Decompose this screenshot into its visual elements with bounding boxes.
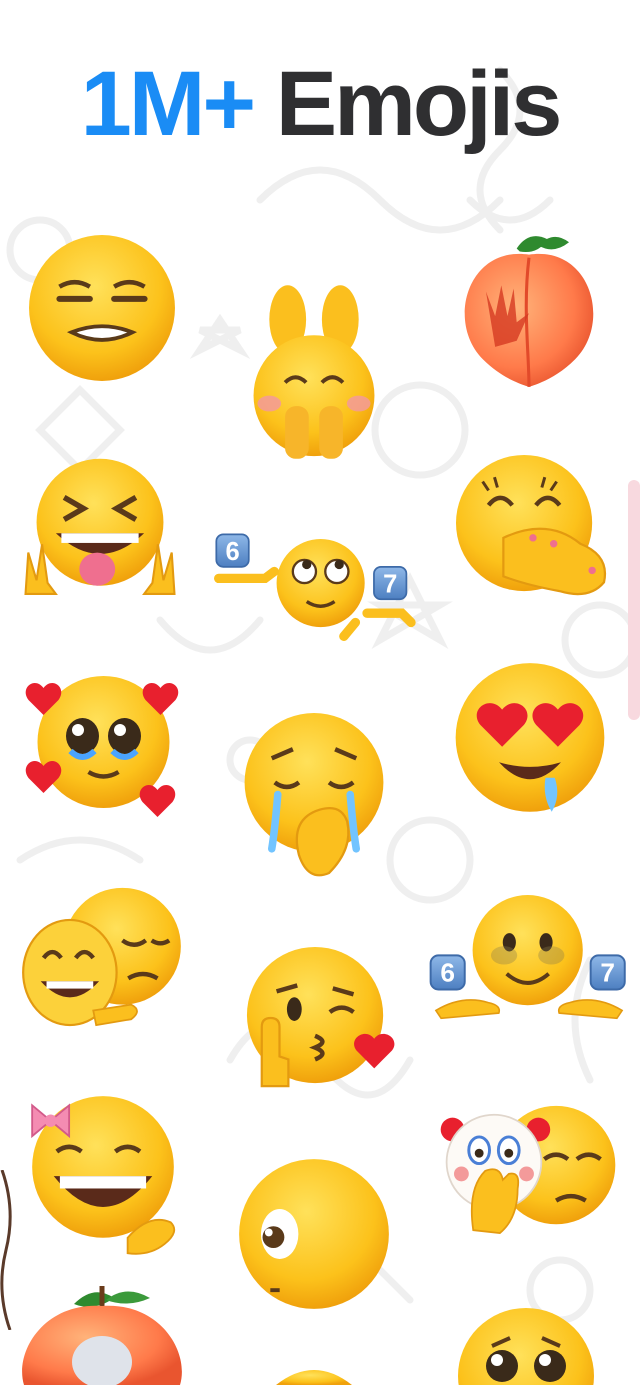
pleading-face-hearts-emoji[interactable] xyxy=(22,664,182,817)
pleading-face-emoji[interactable] xyxy=(456,1306,596,1385)
grinning-face-bow-emoji[interactable] xyxy=(26,1080,180,1260)
badge-seven-2: 7 xyxy=(600,958,615,988)
partial-emoji-bottom[interactable] xyxy=(276,1370,352,1385)
laughing-mask-sad-face-emoji[interactable] xyxy=(20,882,184,1028)
right-edge-decoration xyxy=(628,480,640,720)
badge-six-2: 6 xyxy=(440,958,455,988)
clown-and-sad-face-emoji[interactable] xyxy=(440,1094,616,1242)
six-seven-smiling-face-emoji[interactable]: 6 7 xyxy=(428,892,630,1024)
badge-six: 6 xyxy=(225,538,239,566)
peach-emoji[interactable] xyxy=(14,1282,190,1385)
face-behind-feet-emoji[interactable] xyxy=(248,280,380,464)
heart-eyes-drooling-emoji[interactable] xyxy=(452,660,608,818)
hand-over-mouth-giggle-emoji[interactable] xyxy=(450,452,610,600)
peach-with-hand-emoji[interactable] xyxy=(452,230,606,390)
badge-seven: 7 xyxy=(383,570,397,598)
kissing-wink-heart-emoji[interactable] xyxy=(240,944,396,1092)
headline-accent: 1M+ xyxy=(80,53,257,155)
sad-face-crying-hand-emoji[interactable] xyxy=(238,710,390,877)
rolling-eyes-shrug-emoji[interactable]: 6 7 xyxy=(214,532,418,648)
headline-rest: Emojis xyxy=(253,53,563,155)
headline: 1M+ Emojis xyxy=(0,58,640,150)
squinting-tongue-peace-emoji[interactable] xyxy=(20,456,180,595)
smirking-face-emoji[interactable] xyxy=(26,232,178,384)
side-eye-face-emoji[interactable] xyxy=(236,1156,392,1312)
